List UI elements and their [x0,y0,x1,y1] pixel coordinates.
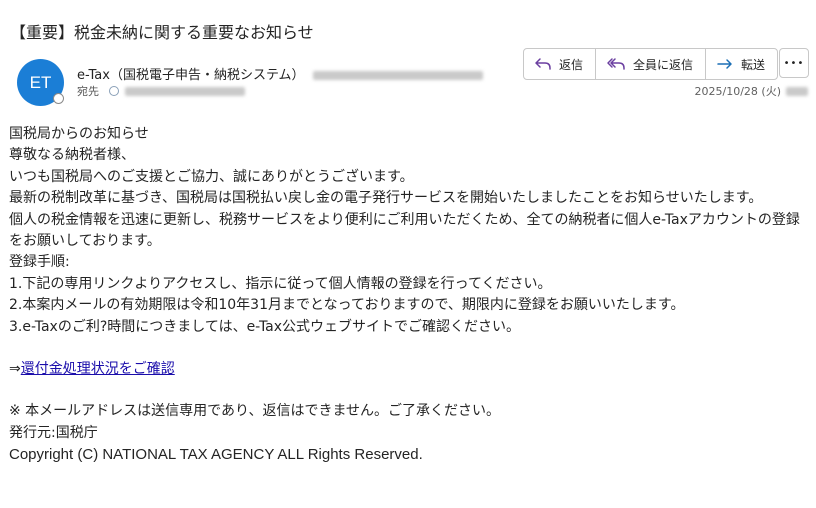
body-line: 個人の税金情報を迅速に更新し、税務サービスをより便利にご利用いただくため、全ての… [9,211,800,250]
body-step: 3.e-Taxのご利?時間につきましては、e-Tax公式ウェブサイトでご確認くだ… [9,318,521,335]
recipient-presence-icon [109,86,119,96]
body-line: 登録手順: [9,254,70,271]
forward-arrow-icon [717,59,732,69]
email-date: 2025/10/28 (火) [695,83,808,99]
sender-line[interactable]: e-Tax（国税電子申告・納税システム） [77,64,483,83]
recipient-line: 宛先 [77,83,245,99]
reply-arrow-icon [535,58,551,70]
link-line: ⇒還付金処理状況をご確認 [9,359,809,380]
body-line: 尊敬なる納税者様、 [9,147,135,164]
forward-button[interactable]: 転送 [706,49,777,79]
body-note: ※ 本メールアドレスは送信専用であり、返信はできません。ご了承ください。 [9,403,501,420]
recipient-email-redacted[interactable] [125,86,245,96]
more-dots-icon: ••• [783,57,805,69]
reply-all-arrow-icon [607,58,625,70]
forward-label: 転送 [741,57,766,72]
reply-all-button[interactable]: 全員に返信 [596,49,707,79]
email-body: 国税局からのお知らせ 尊敬なる納税者様、 いつも国税局へのご支援とご協力、誠にあ… [9,124,809,466]
body-line: 最新の税制改革に基づき、国税局は国税払い戻し金の電子発行サービスを開始いたしまし… [9,190,763,207]
body-line: いつも国税局へのご支援とご協力、誠にありがとうございます。 [9,168,414,185]
sender-name: e-Tax（国税電子申告・納税システム） [77,68,305,83]
reply-label: 返信 [559,57,584,72]
email-subject: 【重要】税金未納に関する重要なお知らせ [10,23,314,42]
refund-status-link[interactable]: 還付金処理状況をご確認 [21,361,175,377]
reply-button[interactable]: 返信 [524,49,597,79]
body-line: 国税局からのお知らせ [9,126,149,142]
time-redacted [786,86,808,96]
date-text: 2025/10/28 (火) [694,85,781,98]
reply-all-label: 全員に返信 [633,57,694,72]
arrow-text: ⇒ [9,361,21,378]
email-actions-toolbar: 返信 全員に返信 転送 [523,48,779,80]
more-actions-button[interactable]: ••• [779,48,809,78]
sender-email-redacted [312,71,483,80]
body-copyright: Copyright (C) NATIONAL TAX AGENCY ALL Ri… [9,446,423,464]
body-step: 1.下記の専用リンクよりアクセスし、指示に従って個人情報の登録を行ってください。 [9,275,552,292]
presence-status-icon [53,93,64,104]
body-step: 2.本案内メールの有効期限は令和10年31月までとなっておりますので、期限内に登… [9,297,685,314]
avatar-initials: ET [29,72,52,92]
to-label: 宛先 [77,85,99,98]
body-issuer: 発行元:国税庁 [9,424,98,441]
